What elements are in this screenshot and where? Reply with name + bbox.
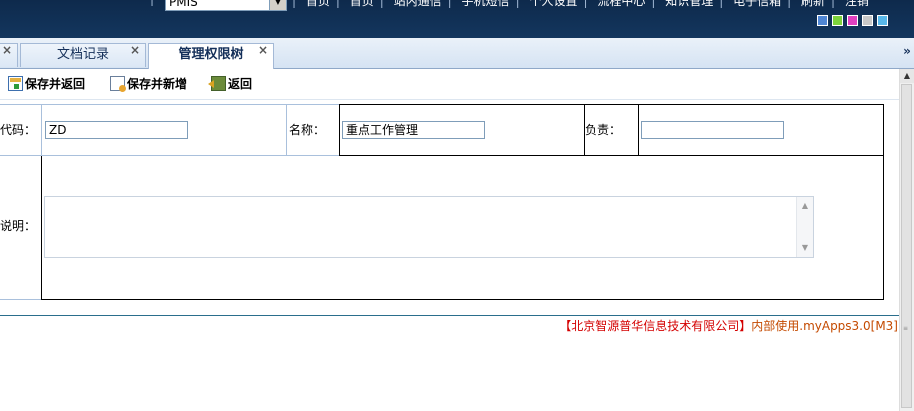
nav-home-2[interactable]: 首页 [350,0,374,8]
chevron-down-icon[interactable]: ▼ [269,0,286,10]
tab-label: 文档记录 [56,47,109,62]
scroll-up-icon[interactable]: ▲ [900,69,914,83]
theme-swatch-gray[interactable] [862,15,873,26]
owner-label: 负责： [585,123,622,137]
back-label: 返回 [228,77,253,91]
nav-settings[interactable]: 个人设置 [529,0,577,8]
nav-sms[interactable]: 手机短信 [462,0,510,8]
tab-document-records[interactable]: 文档记录 × [20,43,146,67]
footer: 【北京智源普华信息技术有限公司】内部使用.myApps3.0[M3] [559,317,898,334]
scroll-down-icon[interactable]: ▼ [797,241,813,255]
save-icon [8,76,23,91]
theme-swatches [817,15,892,29]
tab-scroll-more-icon[interactable]: » [900,44,914,66]
name-label-cell: 名称： [287,104,339,156]
owner-label-cell: 负责： [585,104,639,156]
nav-messages[interactable]: 站内通信 [394,0,442,8]
save-return-button[interactable]: 保存并返回 [8,75,85,92]
close-icon[interactable]: × [130,39,140,61]
toolbar: 保存并返回 保存并新增 返回 [0,69,900,100]
nav-separator: | [150,0,154,6]
code-label: 代码： [0,123,37,137]
name-field[interactable]: 重点工作管理 [342,121,485,139]
tab-permission-tree[interactable]: 管理权限树 × [148,43,274,69]
theme-swatch-green[interactable] [832,15,843,26]
footer-divider [0,315,914,316]
theme-swatch-cyan[interactable] [877,15,888,26]
tab-strip: × 文档记录 × 管理权限树 × [0,38,914,69]
page-scrollbar[interactable]: ▲ ≡ [899,69,914,411]
footer-usage: 内部使用.myApps3.0[M3] [751,319,898,333]
save-new-button[interactable]: 保存并新增 [110,75,187,92]
code-value-cell: ZD [41,104,287,156]
back-button[interactable]: 返回 [208,75,253,92]
footer-company: 【北京智源普华信息技术有限公司】 [559,319,752,333]
nav-knowledge[interactable]: 知识管理 [665,0,713,8]
close-icon[interactable]: × [2,39,12,61]
theme-swatch-blue[interactable] [817,15,828,26]
desc-label: 说明： [0,219,37,233]
nav-refresh[interactable]: 刷新 [801,0,825,8]
system-select[interactable]: PMIS ▼ [165,0,287,11]
desc-label-cell: 说明： [0,156,41,300]
tab-hidden[interactable]: × [0,43,18,67]
code-label-cell: 代码： [0,104,41,156]
scrollbar-thumb[interactable] [901,84,912,408]
nav-mail[interactable]: 电子信箱 [733,0,781,8]
scrollbar-grip-icon: ≡ [903,325,909,332]
save-return-label: 保存并返回 [25,77,86,91]
textarea-scrollbar[interactable]: ▲ ▼ [796,197,813,257]
code-field[interactable]: ZD [45,121,188,139]
save-new-label: 保存并新增 [127,77,188,91]
top-nav: | 首页 | 首页 | 站内通信 | 手机短信 | 个人设置 | 流程中心 | 知识管理 | … [292,0,875,8]
theme-swatch-pink[interactable] [847,15,858,26]
permission-form: 代码： ZD 名称： 重点工作管理 负责： 说明： ▲ ▼ [0,104,884,300]
nav-home-1[interactable]: 首页 [306,0,330,8]
name-value-cell: 重点工作管理 [339,104,585,156]
description-textarea[interactable]: ▲ ▼ [44,196,814,258]
top-header: | PMIS ▼ | 首页| 首页| 站内通信| 手机短信| 个人设置| 流程中… [0,0,914,38]
nav-logout[interactable]: 注销 [845,0,869,8]
name-label: 名称： [289,123,326,137]
tab-label: 管理权限树 [178,47,244,62]
scroll-up-icon[interactable]: ▲ [797,199,813,213]
owner-value-cell [638,104,884,156]
new-document-icon [110,76,126,92]
system-select-value: PMIS [169,0,198,9]
nav-workflow[interactable]: 流程中心 [597,0,645,8]
close-icon[interactable]: × [258,39,268,61]
owner-field[interactable] [641,121,784,139]
desc-value-cell: ▲ ▼ [41,156,884,300]
back-icon [208,76,226,91]
